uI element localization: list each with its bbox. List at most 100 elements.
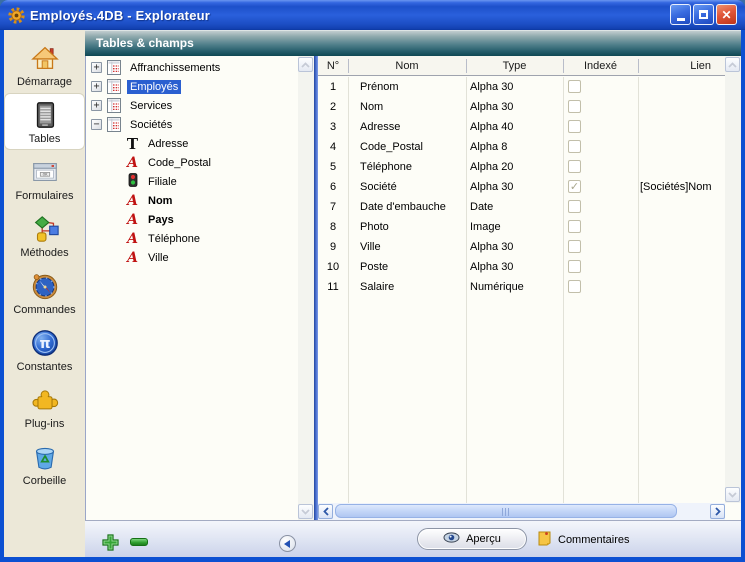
column-header[interactable]: Type [466,56,563,76]
tree-vertical-scrollbar[interactable] [298,56,314,520]
trash-icon [29,441,61,473]
scroll-down-icon[interactable] [725,487,740,502]
scroll-left-icon[interactable] [318,504,333,519]
table-row[interactable]: 8PhotoImage [318,217,725,237]
minimize-button[interactable] [670,4,691,25]
tree-item-field[interactable]: ATéléphone [87,229,297,248]
tree-item-field[interactable]: Filiale [87,172,297,191]
scroll-down-icon[interactable] [298,504,313,519]
table-row[interactable]: 6SociétéAlpha 30✓[Sociétés]Nom [318,177,725,197]
cell-field-type: Alpha 20 [470,157,513,177]
tree-item-label[interactable]: Sociétés [127,118,175,132]
cell-field-type: Date [470,197,493,217]
tree-field-label[interactable]: Téléphone [145,232,203,246]
indexed-checkbox[interactable] [568,260,581,273]
tree-item-label[interactable]: Affranchissements [127,61,223,75]
sidebar-item-methodes[interactable]: Méthodes [4,207,85,264]
indexed-checkbox[interactable] [568,160,581,173]
indexed-checkbox[interactable] [568,100,581,113]
tree-item-label[interactable]: Employés [127,80,181,94]
sidebar-item-constantes[interactable]: πConstantes [4,321,85,378]
sidebar-item-plugins[interactable]: Plug-ins [4,378,85,435]
sidebar-item-commandes[interactable]: Commandes [4,264,85,321]
column-separator [563,59,564,73]
table-row[interactable]: 7Date d'embaucheDate [318,197,725,217]
indexed-checkbox[interactable] [568,280,581,293]
sidebar-item-demarrage[interactable]: Démarrage [4,36,85,93]
horizontal-scroll-thumb[interactable] [335,504,677,518]
tree-item-field[interactable]: TAdresse [87,134,297,153]
cell-field-type: Alpha 8 [470,137,507,157]
add-button[interactable] [101,533,120,552]
title-bar[interactable]: Employés.4DB - Explorateur ✕ [0,0,745,30]
maximize-button[interactable] [693,4,714,25]
sidebar-item-formulaires[interactable]: OKFormulaires [4,150,85,207]
column-header[interactable]: Nom [348,56,466,76]
table-node-icon [107,117,121,132]
table-horizontal-scrollbar[interactable] [318,503,725,520]
apercu-label: Aperçu [466,533,501,545]
indexed-checkbox[interactable] [568,200,581,213]
collapse-panel-button[interactable] [279,535,296,552]
tree-field-label[interactable]: Filiale [145,175,180,189]
tree-item-field[interactable]: ACode_Postal [87,153,297,172]
tree-item-field[interactable]: ANom [87,191,297,210]
tree-field-label[interactable]: Ville [145,251,172,265]
close-icon: ✕ [721,9,731,21]
boolean-field-icon [124,173,141,190]
table-row[interactable]: 9VilleAlpha 30 [318,237,725,257]
table-row[interactable]: 2NomAlpha 30 [318,97,725,117]
tree-item-table[interactable]: + Affranchissements [87,58,297,77]
sidebar-item-label: Constantes [17,361,73,373]
bottom-bar: Aperçu Commentaires [85,520,741,557]
cell-field-name: Date d'embauche [360,197,446,217]
table-row[interactable]: 11SalaireNumérique [318,277,725,297]
expand-icon[interactable]: + [91,62,102,73]
table-row[interactable]: 4Code_PostalAlpha 8 [318,137,725,157]
expand-icon[interactable]: + [91,100,102,111]
tree-item-label[interactable]: Services [127,99,175,113]
column-header[interactable]: N° [318,56,348,76]
tree-item-field[interactable]: AVille [87,248,297,267]
table-row[interactable]: 5TéléphoneAlpha 20 [318,157,725,177]
table-vertical-scrollbar[interactable] [725,56,741,503]
tree-item-table[interactable]: + Services [87,96,297,115]
expand-icon[interactable]: + [91,81,102,92]
cell-field-type: Alpha 30 [470,257,513,277]
tree-field-label[interactable]: Code_Postal [145,156,214,170]
column-header[interactable]: Indexé [563,56,638,76]
puzzle-icon [29,384,61,416]
table-row[interactable]: 10PosteAlpha 30 [318,257,725,277]
delete-button[interactable] [130,538,148,546]
collapse-icon[interactable]: − [91,119,102,130]
scroll-up-icon[interactable] [298,57,313,72]
scroll-right-icon[interactable] [710,504,725,519]
close-button[interactable]: ✕ [716,4,737,25]
indexed-checkbox[interactable] [568,80,581,93]
note-icon [537,530,552,549]
sidebar-item-label: Commandes [13,304,75,316]
cell-number: 11 [318,277,348,297]
cell-field-type: Alpha 30 [470,177,513,197]
column-header[interactable]: Lien [638,56,725,76]
cell-link: [Sociétés]Nom [640,177,712,197]
tree-field-label[interactable]: Pays [145,213,177,227]
indexed-checkbox[interactable] [568,240,581,253]
tree-field-label[interactable]: Nom [145,194,175,208]
sidebar-item-tables[interactable]: Tables [4,93,85,150]
indexed-checkbox[interactable] [568,120,581,133]
table-row[interactable]: 3AdresseAlpha 40 [318,117,725,137]
commentaires-button[interactable]: Commentaires [537,530,630,549]
apercu-button[interactable]: Aperçu [417,528,527,550]
indexed-checkbox[interactable] [568,220,581,233]
indexed-checkbox[interactable] [568,140,581,153]
table-row[interactable]: 1PrénomAlpha 30 [318,77,725,97]
tree-item-field[interactable]: APays [87,210,297,229]
tree-item-table[interactable]: − Sociétés [87,115,297,134]
tree-field-label[interactable]: Adresse [145,137,191,151]
tree-item-table[interactable]: + Employés [87,77,297,96]
cell-field-name: Photo [360,217,389,237]
indexed-checkbox[interactable]: ✓ [568,180,581,193]
sidebar-item-corbeille[interactable]: Corbeille [4,435,85,492]
scroll-up-icon[interactable] [725,57,740,72]
